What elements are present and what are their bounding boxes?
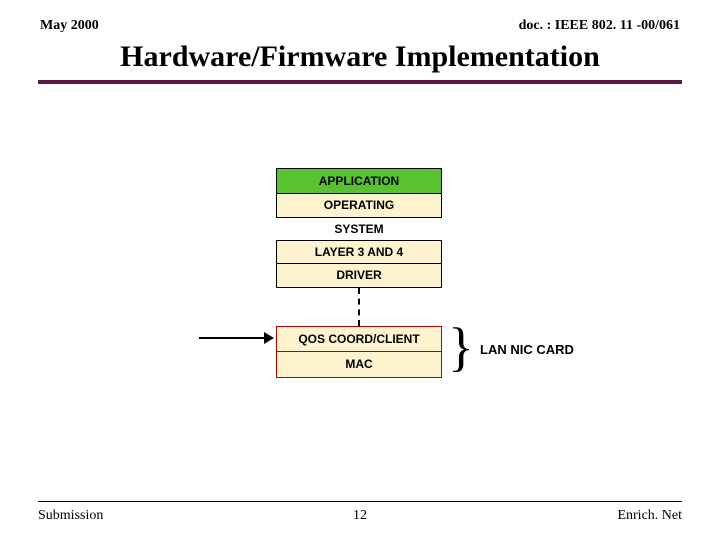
footer-left: Submission: [38, 508, 103, 524]
stack-lower: QOS COORD/CLIENT MAC: [276, 326, 442, 378]
operating-box: OPERATING: [276, 194, 442, 218]
header-doc-ref: doc. : IEEE 802. 11 -00/061: [519, 18, 680, 34]
footer-row: Submission 12 Enrich. Net: [38, 508, 682, 524]
arrow-line: [199, 337, 265, 339]
diagram: APPLICATION OPERATING SYSTEM LAYER 3 AND…: [0, 84, 720, 444]
system-label: SYSTEM: [276, 218, 442, 240]
stack-upper: APPLICATION OPERATING SYSTEM LAYER 3 AND…: [276, 168, 442, 288]
dashed-connector: [358, 288, 360, 326]
brace-icon: }: [448, 320, 474, 374]
page-title: Hardware/Firmware Implementation: [0, 40, 720, 74]
header-date: May 2000: [40, 18, 99, 34]
application-box: APPLICATION: [276, 168, 442, 194]
footer-divider: [38, 501, 682, 502]
page-number: 12: [353, 508, 367, 524]
arrow-head-icon: [264, 332, 274, 344]
mac-box: MAC: [276, 352, 442, 378]
lan-nic-label: LAN NIC CARD: [480, 342, 574, 357]
qos-box: QOS COORD/CLIENT: [276, 326, 442, 352]
layer34-box: LAYER 3 AND 4: [276, 240, 442, 264]
header-row: May 2000 doc. : IEEE 802. 11 -00/061: [0, 0, 720, 34]
footer-right: Enrich. Net: [617, 508, 682, 524]
driver-box: DRIVER: [276, 264, 442, 288]
